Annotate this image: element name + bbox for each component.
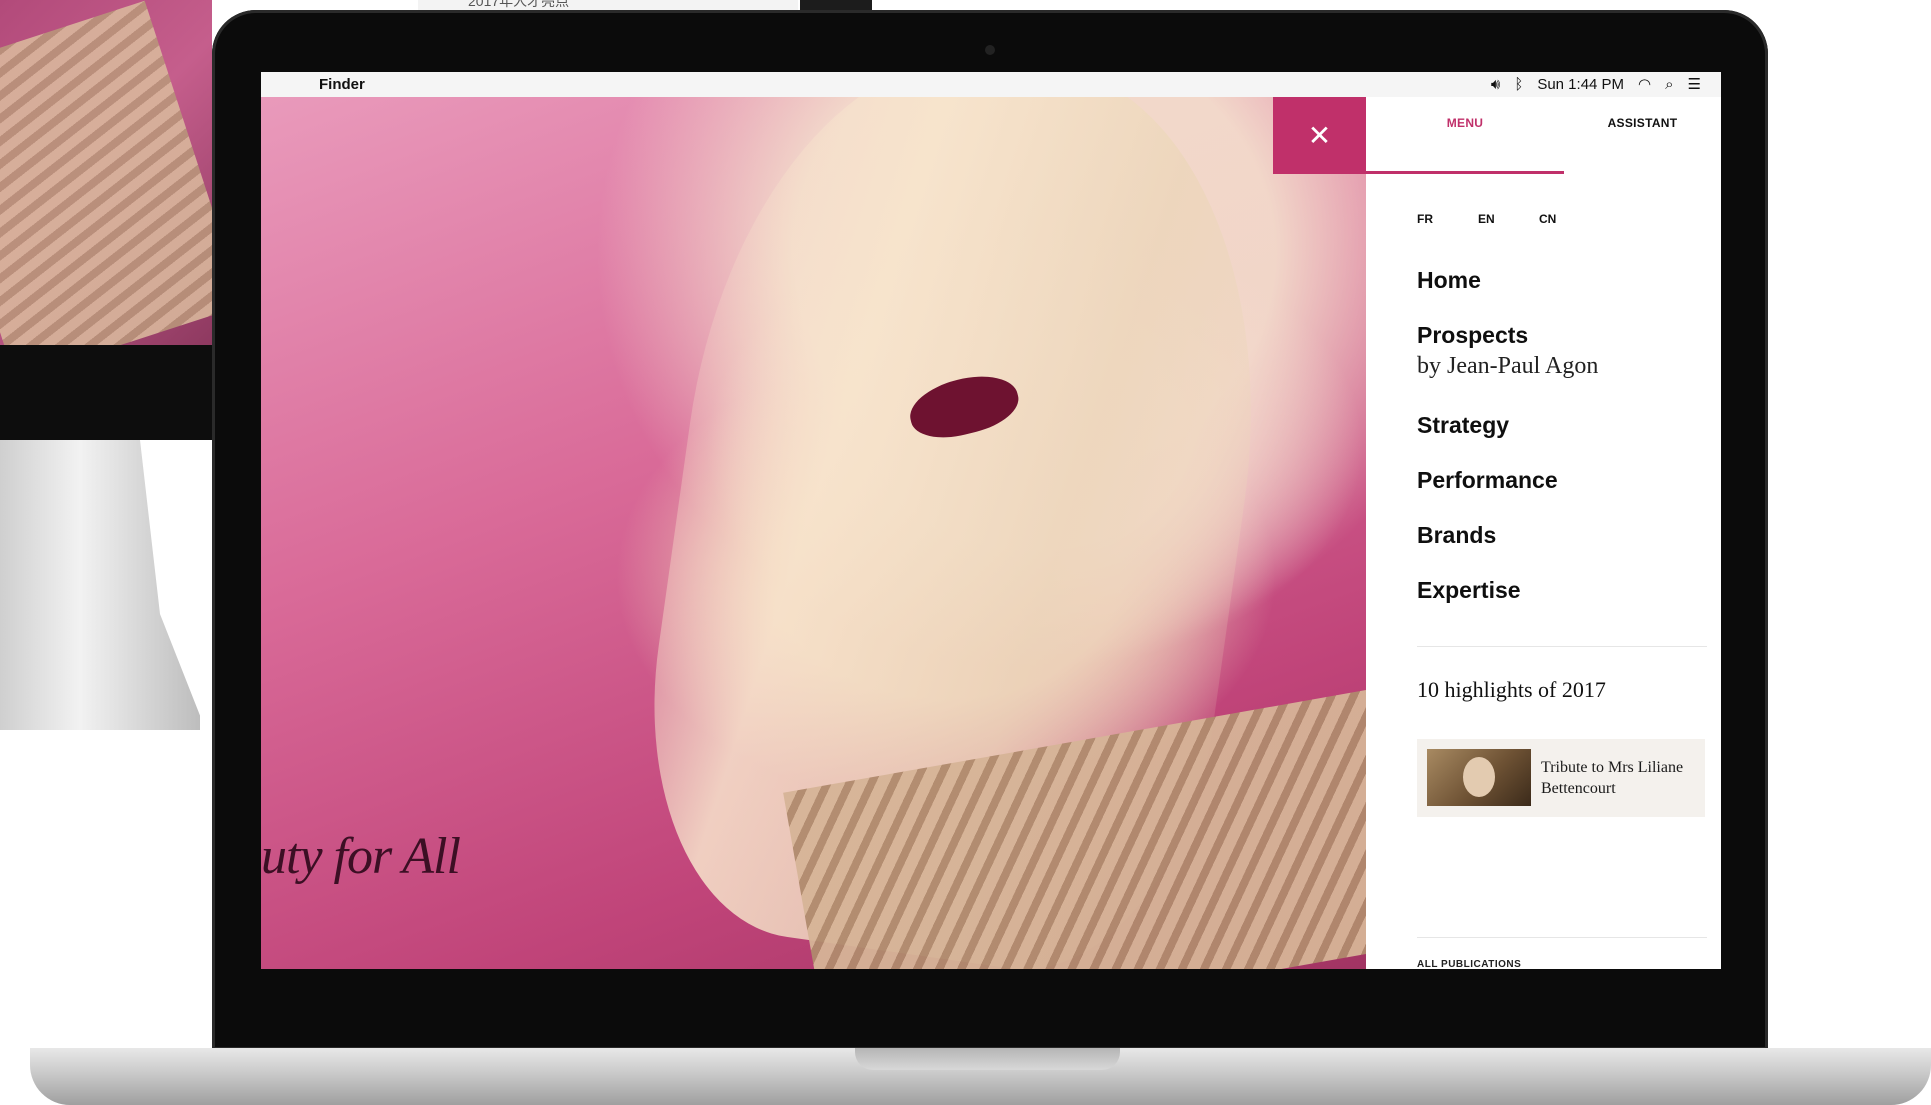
- language-en[interactable]: EN: [1478, 212, 1539, 226]
- hero-tagline: uty for All: [261, 828, 461, 885]
- bluetooth-icon[interactable]: ᛒ: [1514, 76, 1523, 93]
- laptop-notch: [855, 1048, 1120, 1070]
- nav-item-label: Expertise: [1417, 577, 1521, 603]
- nav-item-prospects[interactable]: Prospects by Jean-Paul Agon: [1417, 322, 1598, 412]
- all-publications-link[interactable]: ALL PUBLICATIONS: [1417, 959, 1521, 969]
- close-icon: ✕: [1307, 120, 1332, 151]
- tab-menu[interactable]: MENU: [1366, 97, 1564, 174]
- language-switcher: FR EN CN: [1417, 212, 1600, 226]
- nav-item-strategy[interactable]: Strategy: [1417, 412, 1598, 467]
- highlight-card[interactable]: Tribute to Mrs Liliane Bettencourt: [1417, 739, 1705, 817]
- menubar-app-name[interactable]: Finder: [319, 76, 365, 93]
- background-jacket-image: [0, 0, 212, 345]
- close-menu-button[interactable]: ✕: [1273, 97, 1366, 174]
- nav-item-performance[interactable]: Performance: [1417, 467, 1598, 522]
- language-fr[interactable]: FR: [1417, 212, 1478, 226]
- main-nav: Home Prospects by Jean-Paul Agon Strateg…: [1417, 267, 1598, 632]
- tab-assistant[interactable]: ASSISTANT: [1564, 97, 1721, 174]
- nav-item-label: Home: [1417, 267, 1481, 293]
- mac-menubar: Finder 🔊︎ ᛒ Sun 1:44 PM ◠ ⌕ ☰: [261, 72, 1721, 98]
- highlight-card-title: Tribute to Mrs Liliane Bettencourt: [1541, 759, 1684, 797]
- nav-item-sublabel: by Jean-Paul Agon: [1417, 353, 1599, 379]
- camera-icon: [985, 45, 995, 55]
- highlight-card-thumbnail: [1427, 749, 1531, 806]
- nav-item-label: Brands: [1417, 522, 1497, 548]
- background-imac-stand: [0, 440, 200, 730]
- panel-tabs: MENU ASSISTANT: [1366, 97, 1721, 175]
- background-dark-strip: [800, 0, 872, 10]
- nav-item-brands[interactable]: Brands: [1417, 522, 1598, 577]
- volume-icon[interactable]: 🔊︎: [1491, 76, 1500, 93]
- nav-item-home[interactable]: Home: [1417, 267, 1598, 322]
- panel-divider: [1417, 646, 1707, 647]
- language-cn[interactable]: CN: [1539, 212, 1600, 226]
- nav-item-label: Performance: [1417, 467, 1558, 493]
- nav-item-label: Strategy: [1417, 412, 1510, 438]
- panel-divider: [1417, 937, 1707, 938]
- background-imac-screen: [0, 0, 212, 345]
- background-imac-chin: [0, 345, 212, 440]
- spotlight-search-icon[interactable]: ⌕: [1665, 76, 1673, 93]
- wifi-icon[interactable]: ◠: [1638, 75, 1651, 93]
- nav-item-expertise[interactable]: Expertise: [1417, 577, 1598, 632]
- menu-panel: MENU ASSISTANT FR EN CN Home Prospects b…: [1366, 97, 1721, 969]
- notification-center-icon[interactable]: ☰: [1688, 75, 1701, 93]
- hero-image: uty for All: [261, 97, 1366, 969]
- menubar-tray: 🔊︎ ᛒ Sun 1:44 PM ◠ ⌕ ☰: [1491, 75, 1701, 94]
- menubar-clock[interactable]: Sun 1:44 PM: [1537, 76, 1624, 93]
- highlights-title: 10 highlights of 2017: [1417, 677, 1606, 702]
- laptop-screen: Finder 🔊︎ ᛒ Sun 1:44 PM ◠ ⌕ ☰ uty for Al…: [261, 72, 1721, 969]
- nav-item-label: Prospects: [1417, 322, 1529, 348]
